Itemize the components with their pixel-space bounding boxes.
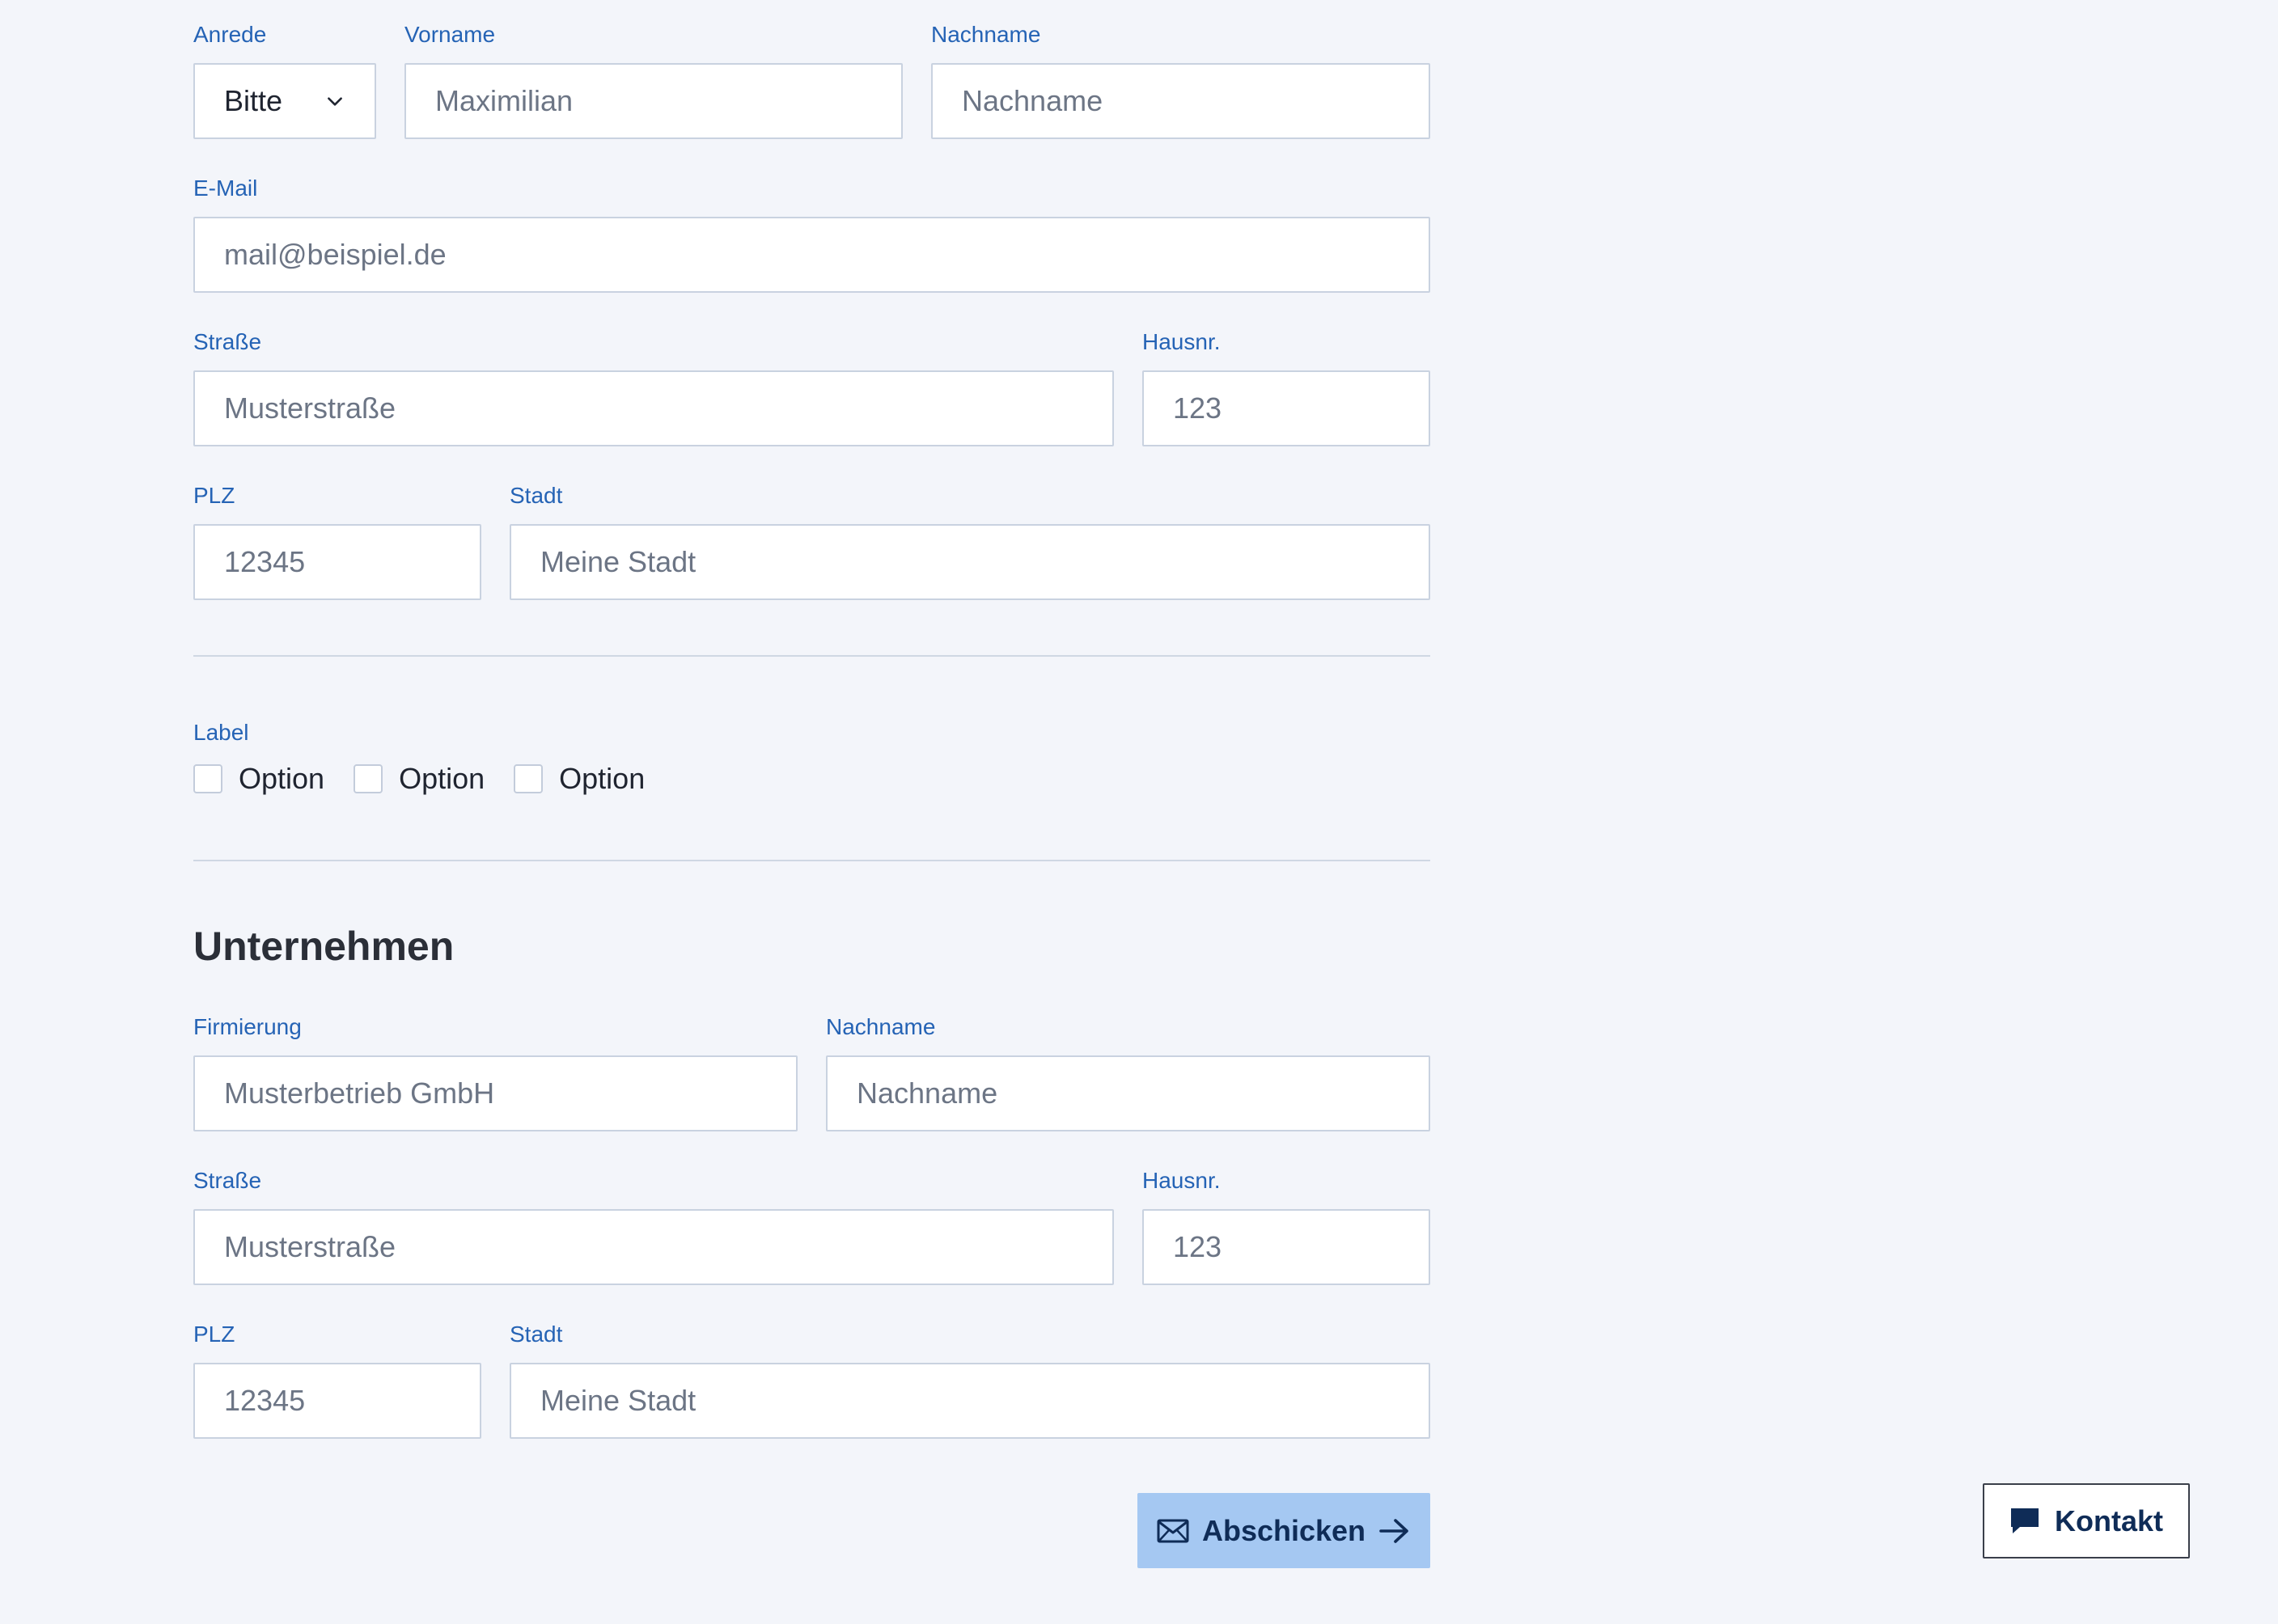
options-group-label: Label xyxy=(193,720,249,745)
checkbox-box[interactable] xyxy=(193,764,222,793)
first-name-input[interactable] xyxy=(404,63,903,139)
company-house-number-input[interactable] xyxy=(1142,1209,1430,1285)
option-label: Option xyxy=(239,762,325,795)
contact-label: Kontakt xyxy=(2055,1503,2163,1537)
first-name-field: Vorname xyxy=(404,21,903,139)
company-zip-input[interactable] xyxy=(193,1363,481,1439)
company-last-name-label: Nachname xyxy=(826,1014,936,1039)
company-street-field: Straße xyxy=(193,1167,1114,1285)
company-street-label: Straße xyxy=(193,1168,262,1193)
company-city-input[interactable] xyxy=(510,1363,1430,1439)
contact-button[interactable]: Kontakt xyxy=(1983,1483,2190,1558)
company-last-name-input[interactable] xyxy=(826,1055,1430,1131)
house-number-label: Hausnr. xyxy=(1142,329,1221,354)
checkbox-box[interactable] xyxy=(354,764,383,793)
email-label: E-Mail xyxy=(193,176,258,201)
chat-bubble-icon xyxy=(2011,1508,2039,1533)
last-name-label: Nachname xyxy=(931,22,1041,47)
submit-button[interactable]: Abschicken xyxy=(1137,1493,1430,1568)
company-last-name-field: Nachname xyxy=(826,1013,1430,1131)
company-street-input[interactable] xyxy=(193,1209,1114,1285)
divider xyxy=(193,860,1430,861)
last-name-field: Nachname xyxy=(931,21,1430,139)
arrow-right-icon xyxy=(1379,1518,1408,1543)
chevron-down-icon xyxy=(328,97,342,106)
city-field: Stadt xyxy=(510,482,1430,600)
company-firm-field: Firmierung xyxy=(193,1013,798,1131)
house-number-field: Hausnr. xyxy=(1142,328,1430,446)
options-checkbox-group: Option Option Option xyxy=(193,759,674,799)
salutation-select[interactable]: Bitte xyxy=(193,63,376,139)
company-city-label: Stadt xyxy=(510,1322,563,1347)
option-label: Option xyxy=(399,762,485,795)
email-input[interactable] xyxy=(193,217,1430,293)
city-input[interactable] xyxy=(510,524,1430,600)
company-firm-input[interactable] xyxy=(193,1055,798,1131)
divider xyxy=(193,655,1430,657)
mail-icon xyxy=(1157,1519,1189,1542)
option-checkbox-1[interactable]: Option xyxy=(193,762,324,796)
email-field: E-Mail xyxy=(193,175,1430,293)
form-page: Anrede Bitte Vorname Nachname E-Mail Str… xyxy=(0,0,2278,1624)
company-zip-field: PLZ xyxy=(193,1321,481,1439)
zip-input[interactable] xyxy=(193,524,481,600)
submit-label: Abschicken xyxy=(1201,1513,1366,1547)
company-house-number-label: Hausnr. xyxy=(1142,1168,1221,1193)
option-checkbox-2[interactable]: Option xyxy=(354,762,485,796)
street-label: Straße xyxy=(193,329,262,354)
zip-field: PLZ xyxy=(193,482,481,600)
salutation-value: Bitte xyxy=(224,84,283,117)
option-checkbox-3[interactable]: Option xyxy=(514,762,645,796)
first-name-label: Vorname xyxy=(404,22,496,47)
checkbox-box[interactable] xyxy=(514,764,544,793)
option-label: Option xyxy=(559,762,646,795)
street-field: Straße xyxy=(193,328,1114,446)
street-input[interactable] xyxy=(193,370,1114,446)
company-zip-label: PLZ xyxy=(193,1322,235,1347)
company-city-field: Stadt xyxy=(510,1321,1430,1439)
zip-label: PLZ xyxy=(193,483,235,508)
last-name-input[interactable] xyxy=(931,63,1430,139)
house-number-input[interactable] xyxy=(1142,370,1430,446)
company-house-number-field: Hausnr. xyxy=(1142,1167,1430,1285)
company-firm-label: Firmierung xyxy=(193,1014,302,1039)
salutation-label: Anrede xyxy=(193,22,267,47)
company-section-title: Unternehmen xyxy=(193,924,455,969)
salutation-field: Anrede Bitte xyxy=(193,21,376,139)
city-label: Stadt xyxy=(510,483,563,508)
